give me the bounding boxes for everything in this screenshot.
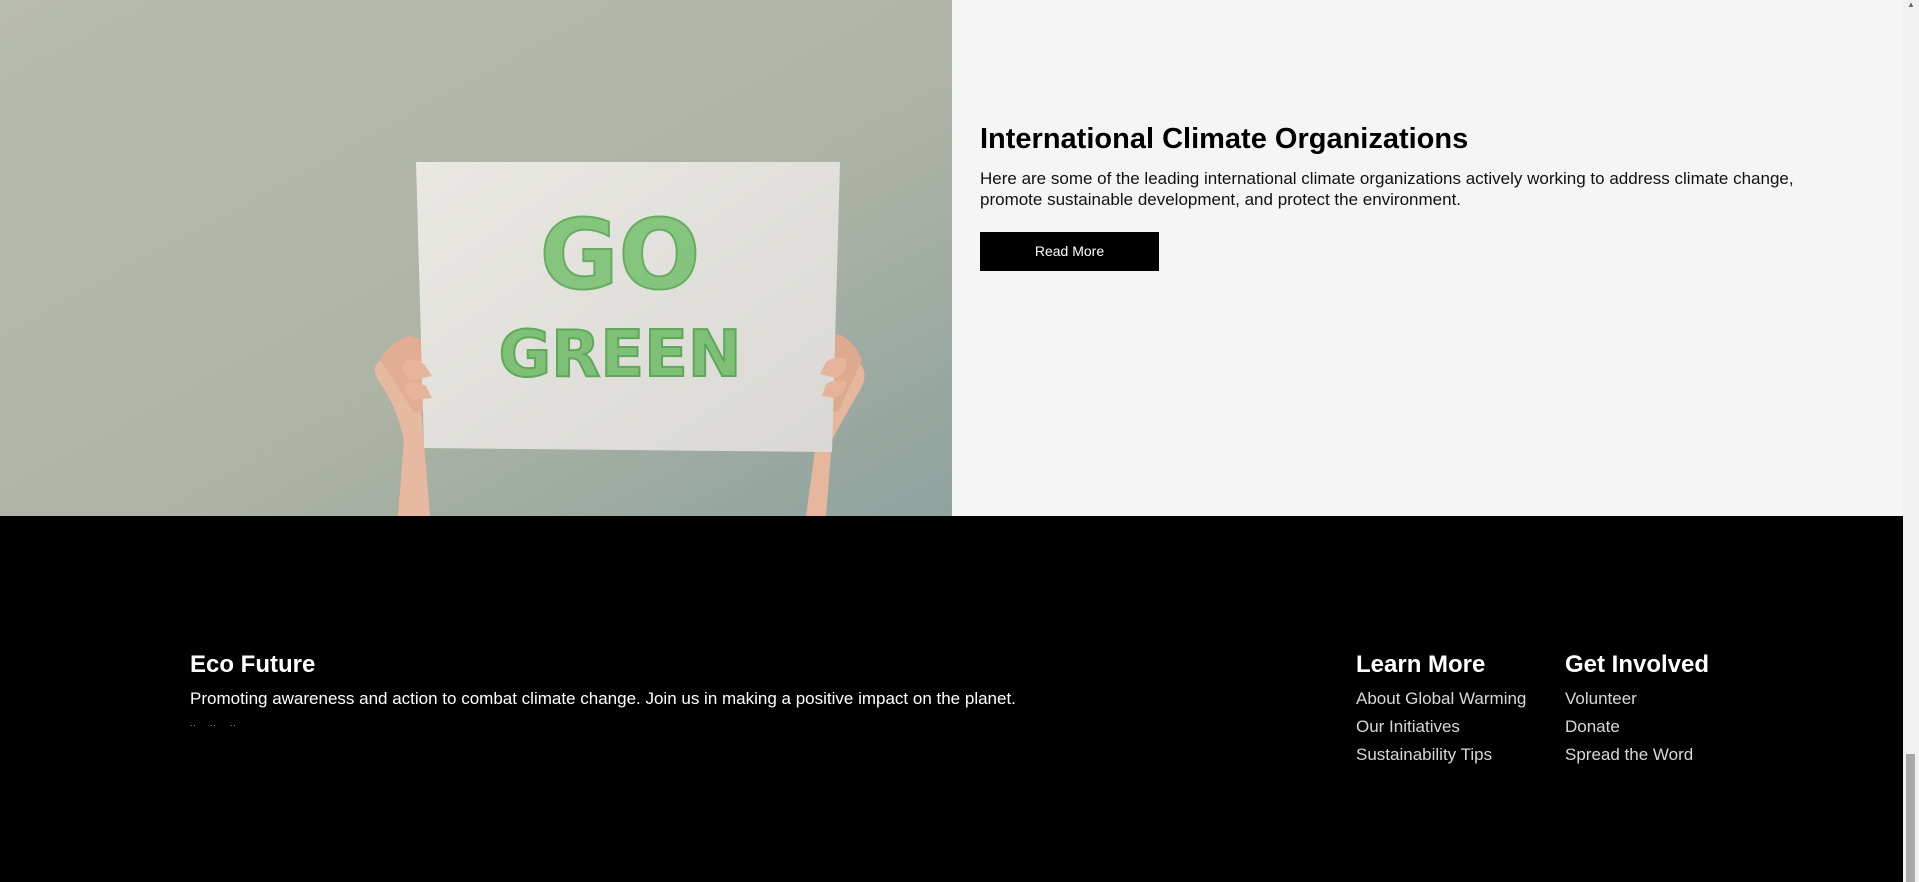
scrollbar-thumb[interactable] [1906, 754, 1915, 882]
link-our-initiatives[interactable]: Our Initiatives [1356, 713, 1526, 741]
feature-title: International Climate Organizations [980, 123, 1469, 155]
feature-description: Here are some of the leading internation… [980, 169, 1794, 209]
feature-content: International Climate Organizations Here… [980, 118, 1860, 271]
learn-more-list: About Global Warming Our Initiatives Sus… [1356, 685, 1526, 769]
facebook-icon[interactable]: .. [190, 719, 201, 729]
learn-more-title: Learn More [1356, 651, 1486, 678]
footer-get-involved: Get Involved Volunteer Donate Spread the… [1565, 649, 1709, 769]
link-spread-the-word[interactable]: Spread the Word [1565, 741, 1709, 769]
feature-section: GO GREEN International Climate Organizat… [0, 0, 1903, 516]
link-about-global-warming[interactable]: About Global Warming [1356, 685, 1526, 713]
footer: Eco Future Promoting awareness and actio… [0, 516, 1903, 882]
get-involved-list: Volunteer Donate Spread the Word [1565, 685, 1709, 769]
footer-learn-more: Learn More About Global Warming Our Init… [1356, 649, 1526, 769]
link-volunteer[interactable]: Volunteer [1565, 685, 1709, 713]
svg-text:GREEN: GREEN [499, 318, 742, 392]
scroll-up-arrow-icon[interactable]: ▲ [1903, 0, 1919, 12]
social-links: .. .. .. [190, 719, 1090, 729]
footer-brand-text: Promoting awareness and action to combat… [190, 689, 1016, 708]
svg-text:GO: GO [540, 199, 700, 311]
page: GO GREEN International Climate Organizat… [0, 0, 1919, 882]
go-green-photo: GO GREEN [0, 0, 952, 516]
vertical-scrollbar[interactable]: ▲ [1903, 0, 1919, 882]
footer-brand-title: Eco Future [190, 651, 316, 678]
twitter-icon[interactable]: .. [210, 719, 221, 729]
get-involved-title: Get Involved [1565, 651, 1710, 678]
read-more-button[interactable]: Read More [980, 232, 1159, 271]
link-donate[interactable]: Donate [1565, 713, 1709, 741]
footer-brand: Eco Future Promoting awareness and actio… [190, 649, 1090, 729]
instagram-icon[interactable]: .. [230, 719, 241, 729]
link-sustainability-tips[interactable]: Sustainability Tips [1356, 741, 1526, 769]
